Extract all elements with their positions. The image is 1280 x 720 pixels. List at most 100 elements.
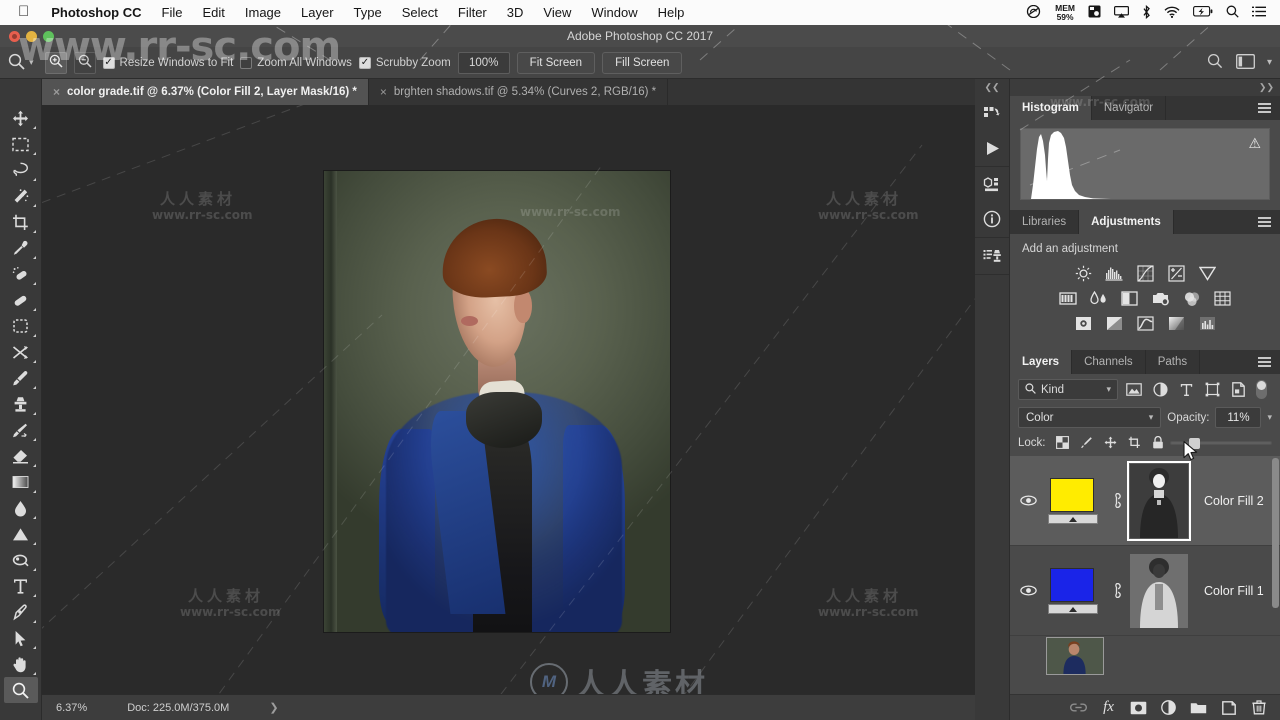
gradient-map-icon[interactable] [1166,314,1187,333]
lock-transparent-pixels-icon[interactable] [1055,435,1070,450]
lock-all-icon[interactable] [1151,435,1166,450]
tab-adjustments[interactable]: Adjustments [1079,210,1174,234]
layer-row-color-fill-1[interactable]: Color Fill 1 [1010,546,1280,636]
magic-wand-tool[interactable] [4,183,38,209]
resize-windows-to-fit-checkbox[interactable]: ✓ Resize Windows to Fit [102,56,233,69]
panel-menu-icon[interactable] [1249,96,1280,120]
invert-icon[interactable] [1073,314,1094,333]
bluetooth-icon[interactable] [1142,4,1151,21]
black-white-icon[interactable] [1119,289,1140,308]
delete-layer-icon[interactable] [1250,699,1267,716]
tab-navigator[interactable]: Navigator [1092,96,1167,120]
brush-tool[interactable] [4,365,38,391]
wifi-icon[interactable] [1164,6,1180,20]
exposure-icon[interactable] [1166,264,1187,283]
chevron-down-icon[interactable]: ▾ [1267,57,1272,68]
zoom-in-button[interactable] [44,51,67,74]
opacity-input[interactable]: 11% [1215,407,1262,428]
eyedropper-tool[interactable] [4,235,38,261]
close-icon[interactable]: × [380,85,387,99]
adjustment-layer-filter-icon[interactable] [1150,380,1170,400]
pen-tool[interactable] [4,599,38,625]
info-panel-icon[interactable] [979,207,1005,231]
menu-window[interactable]: Window [581,5,647,20]
fit-screen-button[interactable]: Fit Screen [516,51,596,74]
notification-center-icon[interactable] [1252,6,1266,19]
lock-artboard-nesting-icon[interactable] [1127,435,1142,450]
blur-tool[interactable] [4,495,38,521]
layer-color-swatch[interactable] [1046,567,1102,614]
brightness-contrast-icon[interactable] [1073,264,1094,283]
document-tab-color-grade[interactable]: × color grade.tif @ 6.37% (Color Fill 2,… [42,79,369,105]
zoom-percent-input[interactable]: 100% [457,51,510,74]
chevron-down-icon[interactable]: ▾ [1267,412,1272,423]
link-icon[interactable] [1110,583,1122,598]
link-layers-icon[interactable] [1070,699,1087,716]
airplay-icon[interactable] [1114,5,1130,20]
eraser-tool[interactable] [4,443,38,469]
new-group-icon[interactable] [1190,699,1207,716]
tab-paths[interactable]: Paths [1146,350,1201,374]
menu-type[interactable]: Type [344,5,392,20]
lasso-tool[interactable] [4,157,38,183]
layers-scrollbar[interactable] [1272,458,1279,608]
new-adjustment-layer-icon[interactable] [1160,699,1177,716]
clone-source-panel-icon[interactable] [979,244,1005,268]
posterize-icon[interactable] [1104,314,1125,333]
smart-object-filter-icon[interactable] [1228,380,1248,400]
patch-tool[interactable] [4,313,38,339]
workspace-switcher-icon[interactable] [1236,53,1255,72]
zoom-all-windows-checkbox[interactable]: Zoom All Windows [240,56,352,69]
menu-image[interactable]: Image [235,5,291,20]
creative-cloud-icon[interactable] [1025,4,1042,20]
tab-layers[interactable]: Layers [1010,350,1073,374]
history-panel-icon[interactable] [979,102,1005,126]
fill-screen-button[interactable]: Fill Screen [602,51,683,74]
levels-icon[interactable] [1104,264,1125,283]
type-layer-filter-icon[interactable] [1176,380,1196,400]
menu-edit[interactable]: Edit [192,5,234,20]
apple-icon[interactable]:  [18,3,29,20]
menu-app-name[interactable]: Photoshop CC [41,5,151,20]
crop-tool[interactable] [4,209,38,235]
clone-stamp-tool[interactable] [4,391,38,417]
move-tool[interactable] [4,105,38,131]
filter-enable-toggle[interactable] [1256,380,1267,399]
eye-icon[interactable] [1018,495,1038,506]
menu-filter[interactable]: Filter [448,5,497,20]
new-layer-icon[interactable] [1220,699,1237,716]
hue-saturation-icon[interactable] [1057,289,1078,308]
gradient-tool[interactable] [4,469,38,495]
panel-menu-icon[interactable] [1249,350,1280,374]
chevron-down-icon[interactable]: ▾ [29,57,34,68]
path-selection-tool[interactable] [4,547,38,573]
color-balance-icon[interactable] [1088,289,1109,308]
layer-row-background-partial[interactable] [1010,636,1280,676]
menu-help[interactable]: Help [648,5,695,20]
double-chevron-left-icon[interactable]: ❮❮ [975,79,1009,96]
3d-panel-icon[interactable] [979,173,1005,197]
layer-list[interactable]: Color Fill 2 Color Fill 1 [1010,456,1280,694]
tab-libraries[interactable]: Libraries [1010,210,1080,234]
dodge-tool[interactable] [4,521,38,547]
curves-icon[interactable] [1135,264,1156,283]
menu-file[interactable]: File [152,5,193,20]
menu-layer[interactable]: Layer [291,5,344,20]
menu-select[interactable]: Select [392,5,448,20]
tab-channels[interactable]: Channels [1072,350,1146,374]
zoom-tool[interactable] [3,677,38,703]
lock-position-icon[interactable] [1103,435,1118,450]
layer-name[interactable]: Color Fill 1 [1204,584,1264,598]
shape-layer-filter-icon[interactable] [1202,380,1222,400]
current-tool-preset[interactable]: ▾ [8,53,34,73]
spot-healing-brush-tool[interactable] [4,261,38,287]
layer-color-swatch[interactable] [1046,477,1102,524]
blend-mode-select[interactable]: Color ▾ [1018,407,1162,428]
direct-selection-tool[interactable] [4,625,38,651]
layer-thumbnail[interactable] [1046,637,1104,675]
type-tool[interactable] [4,573,38,599]
add-mask-icon[interactable] [1130,699,1147,716]
photo-filter-icon[interactable] [1150,289,1171,308]
menu-3d[interactable]: 3D [497,5,534,20]
canvas-area[interactable]: M 人人素材 [42,105,975,694]
